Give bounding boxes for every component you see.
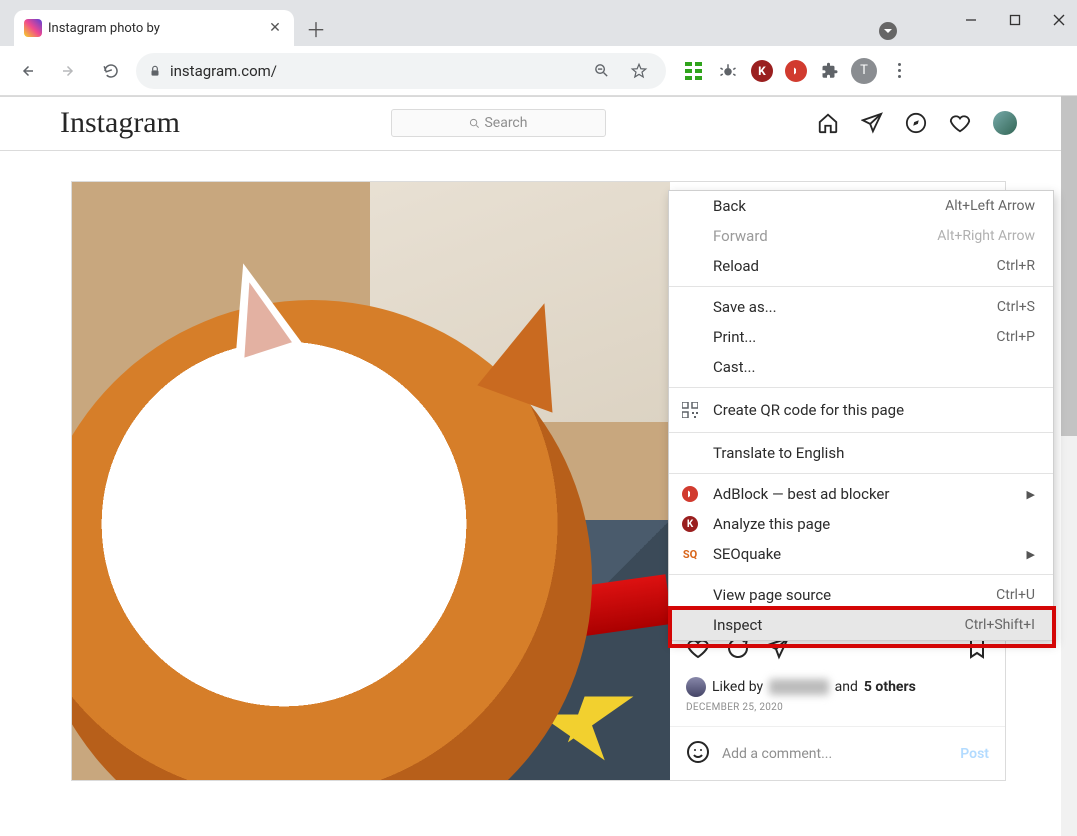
bookmark-star-icon[interactable] [624, 56, 654, 86]
profile-avatar[interactable]: T [850, 57, 878, 85]
ctx-save-as[interactable]: Save as... Ctrl+S [669, 292, 1053, 322]
liker-username[interactable]: xxxxxxxx [769, 679, 829, 695]
nav-forward-button [52, 54, 86, 88]
extensions-menu-icon[interactable] [816, 57, 844, 85]
ctx-reload[interactable]: Reload Ctrl+R [669, 251, 1053, 281]
comment-row: Add a comment... Post [670, 726, 1005, 780]
url-text: instagram.com/ [170, 62, 578, 80]
messages-icon[interactable] [861, 112, 883, 134]
extension-k-icon[interactable]: K [748, 57, 776, 85]
tab-title: Instagram photo by [48, 21, 260, 36]
browser-tab[interactable]: Instagram photo by ✕ [14, 10, 294, 46]
ctx-separator [669, 473, 1053, 474]
instagram-favicon [24, 19, 42, 37]
likes-row: Liked by xxxxxxxx and 5 others [670, 672, 1005, 702]
ctx-print[interactable]: Print... Ctrl+P [669, 322, 1053, 352]
search-placeholder: Search [484, 115, 527, 131]
window-controls [961, 10, 1069, 30]
submenu-arrow-icon: ▶ [1027, 548, 1035, 561]
tab-close-button[interactable]: ✕ [266, 19, 284, 37]
ctx-inspect[interactable]: Inspect Ctrl+Shift+I [669, 610, 1053, 640]
ctx-separator [669, 574, 1053, 575]
ctx-view-source[interactable]: View page source Ctrl+U [669, 580, 1053, 610]
lock-icon [148, 64, 162, 78]
ctx-seoquake[interactable]: SQ SEOquake ▶ [669, 539, 1053, 569]
ctx-separator [669, 432, 1053, 433]
comment-input[interactable]: Add a comment... [722, 746, 948, 762]
ctx-back[interactable]: Back Alt+Left Arrow [669, 191, 1053, 221]
seoquake-icon: SQ [681, 545, 699, 563]
ctx-analyze[interactable]: K Analyze this page [669, 509, 1053, 539]
instagram-logo[interactable]: Instagram [60, 106, 180, 140]
home-icon[interactable] [817, 112, 839, 134]
nav-back-button[interactable] [10, 54, 44, 88]
extensions-area: K T [680, 56, 914, 86]
post-comment-button[interactable]: Post [960, 746, 989, 762]
instagram-header: Instagram Search [0, 96, 1077, 151]
instagram-nav [817, 111, 1017, 135]
window-close-button[interactable] [1049, 10, 1069, 30]
extension-seoquake-icon[interactable] [714, 57, 742, 85]
liked-by-others[interactable]: 5 others [864, 679, 916, 695]
window-maximize-button[interactable] [1005, 10, 1025, 30]
user-avatar[interactable] [993, 111, 1017, 135]
activity-heart-icon[interactable] [949, 112, 971, 134]
browser-toolbar: instagram.com/ K T [0, 46, 1077, 96]
extension-grid-icon[interactable] [680, 57, 708, 85]
liked-by-and: and [835, 679, 858, 695]
liker-avatar[interactable] [686, 677, 706, 697]
context-menu: Back Alt+Left Arrow Forward Alt+Right Ar… [668, 190, 1054, 641]
ctx-separator [669, 387, 1053, 388]
k-icon: K [681, 515, 699, 533]
ctx-forward: Forward Alt+Right Arrow [669, 221, 1053, 251]
ctx-cast[interactable]: Cast... [669, 352, 1053, 382]
address-bar[interactable]: instagram.com/ [136, 53, 666, 89]
search-icon [469, 118, 480, 129]
chrome-menu-button[interactable] [884, 56, 914, 86]
profile-badge-icon[interactable] [879, 22, 897, 40]
submenu-arrow-icon: ▶ [1027, 488, 1035, 501]
ctx-adblock[interactable]: AdBlock — best ad blocker ▶ [669, 479, 1053, 509]
post-date: DECEMBER 25, 2020 [670, 702, 1005, 726]
ctx-translate[interactable]: Translate to English [669, 438, 1053, 468]
post-image[interactable] [72, 182, 670, 780]
zoom-icon[interactable] [586, 56, 616, 86]
browser-titlebar: Instagram photo by ✕ ＋ [0, 0, 1077, 46]
nav-reload-button[interactable] [94, 54, 128, 88]
ctx-qr-code[interactable]: Create QR code for this page [669, 393, 1053, 427]
emoji-icon[interactable] [686, 740, 710, 768]
new-tab-button[interactable]: ＋ [302, 14, 330, 42]
adblock-icon [681, 485, 699, 503]
instagram-search-input[interactable]: Search [391, 109, 606, 137]
liked-by-prefix: Liked by [712, 679, 763, 695]
ctx-separator [669, 286, 1053, 287]
qr-icon [681, 401, 699, 419]
explore-icon[interactable] [905, 112, 927, 134]
scrollbar-thumb[interactable] [1061, 96, 1077, 436]
window-minimize-button[interactable] [961, 10, 981, 30]
extension-adblock-icon[interactable] [782, 57, 810, 85]
